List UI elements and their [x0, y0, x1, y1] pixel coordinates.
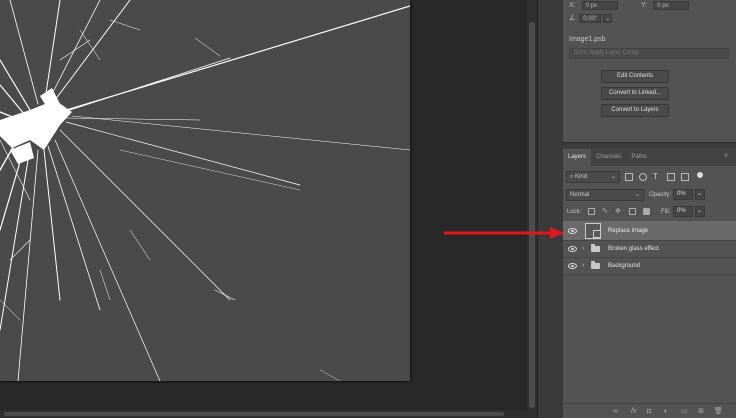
chevron-down-icon[interactable]: ⌄ — [603, 13, 613, 23]
tab-paths[interactable]: Paths — [626, 149, 651, 166]
right-panel: X: 0 px Y: 0 px ∠ 0.00° ⌄ Image1.psb Don… — [563, 0, 736, 418]
eye-icon[interactable] — [568, 263, 577, 269]
blend-mode-label: Normal — [570, 192, 590, 198]
lock-label: Lock: — [567, 209, 582, 215]
scroll-thumb[interactable] — [529, 22, 535, 408]
adjustment-layer-icon[interactable]: ◐ — [664, 408, 668, 416]
folder-icon — [591, 244, 600, 252]
angle-icon: ∠ — [569, 15, 576, 22]
x-label: X: — [569, 1, 576, 9]
eye-icon[interactable] — [568, 246, 577, 252]
shape-filter-icon[interactable] — [667, 173, 675, 181]
horizontal-scrollbar[interactable] — [0, 410, 527, 418]
smart-object-icon — [593, 230, 601, 238]
y-label: Y: — [641, 1, 648, 9]
vertical-scrollbar[interactable] — [527, 0, 537, 418]
properties-panel: X: 0 px Y: 0 px ∠ 0.00° ⌄ Image1.psb Don… — [563, 0, 736, 143]
convert-to-linked-button[interactable]: Convert to Linked... — [601, 87, 669, 100]
filter-kind-select[interactable]: ⌕ Kind ⌄ — [566, 171, 620, 183]
lock-all-icon[interactable] — [643, 208, 650, 215]
angle-field[interactable]: 0.00° — [579, 13, 602, 23]
layer-background[interactable]: › Background — [563, 258, 736, 275]
blend-row: Normal ⌄ Opacity: 0% ⌄ — [563, 189, 736, 202]
type-filter-icon[interactable]: T — [653, 173, 661, 181]
x-field[interactable]: 0 px — [581, 0, 618, 10]
red-arrow-annotation — [444, 227, 565, 239]
eye-icon[interactable] — [568, 228, 577, 234]
tab-channels[interactable]: Channels — [591, 149, 626, 166]
chevron-down-icon[interactable]: ⌄ — [695, 206, 705, 217]
opacity-field[interactable]: 0% — [673, 189, 693, 200]
angle-row: ∠ 0.00° ⌄ — [569, 13, 613, 23]
layer-name: Background — [608, 263, 641, 269]
layer-name: Replace image — [608, 228, 649, 234]
document-canvas[interactable] — [0, 0, 410, 381]
fill-field[interactable]: 0% — [673, 206, 693, 217]
lock-artboard-icon[interactable] — [629, 208, 636, 215]
fill-label: Fill: — [661, 209, 671, 215]
y-field[interactable]: 0 px — [653, 0, 690, 10]
lock-transparent-icon[interactable] — [588, 208, 595, 215]
new-layer-icon[interactable]: ⊞ — [698, 408, 704, 416]
lock-position-icon[interactable]: ✥ — [615, 208, 622, 215]
panel-dock-column — [537, 0, 563, 418]
x-row: X: 0 px — [569, 0, 618, 10]
tab-layers[interactable]: Layers — [563, 149, 592, 166]
search-icon: ⌕ — [570, 174, 574, 180]
new-group-icon[interactable]: ▭ — [681, 408, 688, 416]
opacity-label: Opacity: — [649, 192, 672, 198]
pixel-filter-icon[interactable] — [625, 173, 633, 181]
add-mask-icon[interactable]: ◘ — [647, 408, 651, 416]
folder-icon — [591, 261, 600, 269]
edit-contents-button[interactable]: Edit Contents — [601, 70, 669, 83]
chevron-down-icon: ⌄ — [634, 192, 640, 198]
layer-comp-select[interactable]: Don't Apply Layer Comp — [569, 48, 729, 59]
layers-panel-tabs: Layers Channels Paths ≡ — [563, 148, 736, 166]
filter-kind-label: Kind — [575, 174, 588, 180]
convert-to-layers-button[interactable]: Convert to Layers — [601, 104, 669, 117]
panel-menu-icon[interactable]: ≡ — [724, 153, 733, 159]
adjustment-filter-icon[interactable] — [639, 173, 647, 181]
layers-list: Replace image › Broken glass effect › Ba… — [563, 221, 736, 275]
layer-replace-image[interactable]: Replace image — [563, 221, 736, 241]
layer-broken-glass-effect[interactable]: › Broken glass effect — [563, 241, 736, 258]
layers-footer: ∞ fx ◘ ◐ ▭ ⊞ 🗑 — [563, 403, 736, 418]
layer-name: Broken glass effect — [608, 246, 659, 252]
chevron-down-icon: ⌄ — [610, 174, 616, 180]
smart-object-filter-icon[interactable] — [681, 173, 689, 181]
canvas-workspace — [0, 0, 527, 418]
lock-row: Lock: ✎ ✥ Fill: 0% ⌄ — [563, 206, 736, 219]
chevron-right-icon[interactable]: › — [582, 262, 584, 269]
blend-mode-select[interactable]: Normal ⌄ — [566, 189, 644, 201]
file-name: Image1.psb — [569, 36, 606, 43]
trash-icon[interactable]: 🗑 — [714, 408, 723, 416]
chevron-right-icon[interactable]: › — [582, 245, 584, 252]
filter-toggle-icon[interactable] — [697, 172, 703, 178]
broken-glass-artwork — [0, 0, 410, 381]
scroll-thumb[interactable] — [4, 412, 504, 416]
lock-image-icon[interactable]: ✎ — [602, 208, 609, 215]
link-layers-icon[interactable]: ∞ — [613, 408, 618, 416]
layer-filter-row: ⌕ Kind ⌄ T — [563, 170, 736, 184]
chevron-down-icon[interactable]: ⌄ — [695, 189, 705, 200]
y-row: Y: 0 px — [641, 0, 690, 10]
fx-icon[interactable]: fx — [631, 408, 636, 416]
